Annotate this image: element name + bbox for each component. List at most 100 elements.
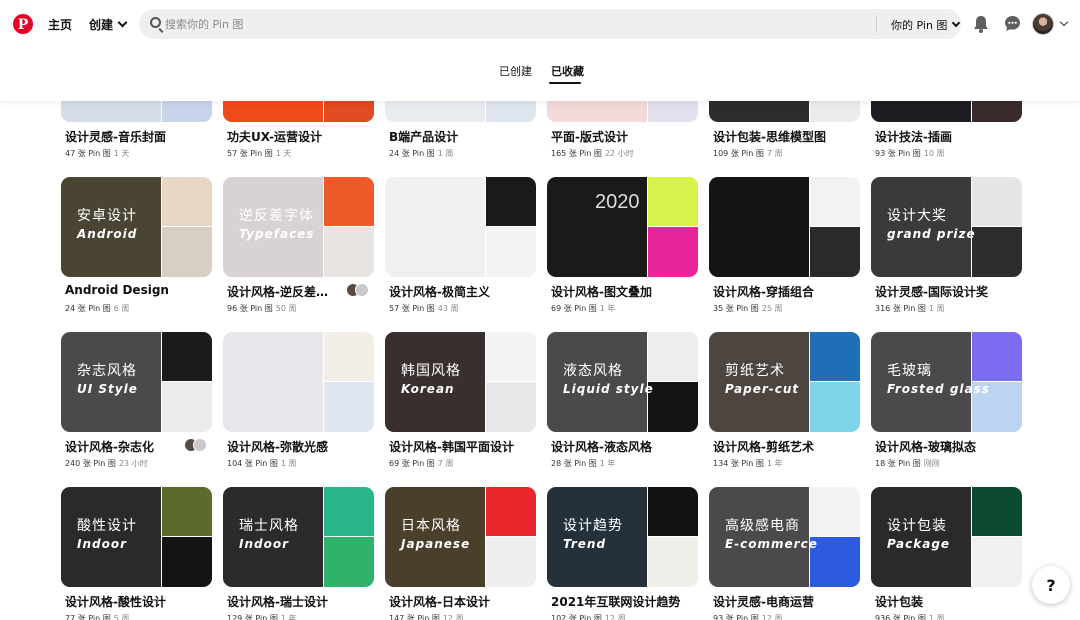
board-title[interactable]: B端产品设计 xyxy=(389,128,535,145)
pin-count: 134 张 Pin 图 xyxy=(713,459,764,468)
board-title[interactable]: 设计风格-韩国平面设计 xyxy=(389,438,535,455)
board-card[interactable]: 设计风格-极简主义 57 张 Pin 图 43 周 xyxy=(385,177,536,317)
board-card[interactable]: 韩国风格 Korean 设计风格-韩国平面设计 69 张 Pin 图7 周 xyxy=(385,332,536,472)
board-meta: 24 张 Pin 图1 周 xyxy=(389,148,453,159)
cover-big-number: 2020 xyxy=(595,191,640,213)
board-cover[interactable]: 日本风格 Japanese xyxy=(385,487,536,587)
board-title[interactable]: 设计灵感-国际设计奖 xyxy=(875,283,1021,300)
board-title[interactable]: 2021年互联网设计趋势 xyxy=(551,593,697,610)
last-updated: 50 周 xyxy=(275,304,297,313)
board-title[interactable]: 设计风格-剪纸艺术 xyxy=(713,438,859,455)
cover-overlay-text: 设计大奖 grand prize xyxy=(887,207,1017,243)
board-cover[interactable]: 2020 xyxy=(547,177,698,277)
board-card[interactable]: 高级感电商 E-commerce 设计灵感-电商运营 93 张 Pin 图 12 周 xyxy=(709,487,860,620)
board-cover[interactable]: 逆反差字体 Typefaces xyxy=(223,177,374,277)
last-updated: 1 周 xyxy=(280,459,297,468)
last-updated: 1 周 xyxy=(928,614,945,620)
pin-count: 102 张 Pin 图 xyxy=(551,614,602,620)
board-card[interactable]: 瑞士风格 Indoor 设计风格-瑞士设计 129 张 Pin 图1 年 xyxy=(223,487,374,620)
help-button[interactable]: ? xyxy=(1032,566,1070,604)
cover-title-en: Trend xyxy=(563,537,607,551)
board-card[interactable]: 设计大奖 grand prize 设计灵感-国际设计奖 316 张 Pin 图1 周 xyxy=(871,177,1022,317)
board-card[interactable]: 设计包装 Package 设计包装 936 张 Pin 图1 周 xyxy=(871,487,1022,620)
board-card[interactable]: 设计趋势 Trend 2021年互联网设计趋势 102 张 Pin 图 12 周 xyxy=(547,487,698,620)
collaborator-avatars[interactable] xyxy=(184,438,208,452)
board-cover[interactable]: 韩国风格 Korean xyxy=(385,332,536,432)
board-cover[interactable]: 设计趋势 Trend xyxy=(547,487,698,587)
board-card[interactable]: 设计风格-弥散光感 104 张 Pin 图1 周 xyxy=(223,332,374,472)
tab-created[interactable]: 已创建 xyxy=(499,63,532,79)
pin-count: 28 张 Pin 图 xyxy=(551,459,597,468)
board-cover[interactable] xyxy=(709,177,860,277)
top-nav-bar: P 主页 创建 你的 Pin 图 xyxy=(0,0,1080,48)
notifications-bell-icon[interactable] xyxy=(973,15,989,33)
board-title[interactable]: 设计风格-弥散光感 xyxy=(227,438,373,455)
tab-saved[interactable]: 已收藏 xyxy=(551,63,584,79)
board-title[interactable]: 设计风格-极简主义 xyxy=(389,283,535,300)
board-title[interactable]: 设计风格-图文叠加 xyxy=(551,283,697,300)
last-updated: 6 周 xyxy=(113,304,130,313)
board-cover[interactable] xyxy=(223,332,374,432)
collaborator-avatar xyxy=(193,438,207,452)
board-card[interactable]: 杂志风格 UI Style 设计风格-杂志化 240 张 Pin 图 23 小时 xyxy=(61,332,212,472)
board-meta: 134 张 Pin 图1 年 xyxy=(713,458,782,469)
board-card[interactable]: 液态风格 Liquid style 设计风格-液态风格 28 张 Pin 图1 年 xyxy=(547,332,698,472)
board-card[interactable]: 逆反差字体 Typefaces 设计风格-逆反差字体 96 张 Pin 图 50 周 xyxy=(223,177,374,317)
board-cover[interactable]: 酸性设计 Indoor xyxy=(61,487,212,587)
board-title[interactable]: 设计风格-液态风格 xyxy=(551,438,697,455)
messages-chat-icon[interactable] xyxy=(1004,15,1021,32)
board-card[interactable]: 设计风格-穿插组合 35 张 Pin 图 25 周 xyxy=(709,177,860,317)
board-meta: 129 张 Pin 图1 年 xyxy=(227,613,296,620)
board-title[interactable]: 设计风格-穿插组合 xyxy=(713,283,859,300)
last-updated: 5 周 xyxy=(113,614,130,620)
board-title[interactable]: 平面-版式设计 xyxy=(551,128,697,145)
board-cover[interactable]: 液态风格 Liquid style xyxy=(547,332,698,432)
pinterest-logo-icon[interactable]: P xyxy=(13,14,33,34)
last-updated: 12 周 xyxy=(442,614,464,620)
board-title[interactable]: 设计包装-思维模型图 xyxy=(713,128,859,145)
board-cover[interactable]: 设计包装 Package xyxy=(871,487,1022,587)
search-input[interactable] xyxy=(165,15,865,33)
board-card[interactable]: 安卓设计 Android Android Design 24 张 Pin 图6 周 xyxy=(61,177,212,317)
cover-title-cn: 设计趋势 xyxy=(563,518,623,534)
cover-title-cn: 高级感电商 xyxy=(725,518,800,534)
board-card[interactable]: 剪纸艺术 Paper-cut 设计风格-剪纸艺术 134 张 Pin 图1 年 xyxy=(709,332,860,472)
board-cover[interactable]: 设计大奖 grand prize xyxy=(871,177,1022,277)
board-cover[interactable]: 杂志风格 UI Style xyxy=(61,332,212,432)
board-title[interactable]: 设计风格-玻璃拟态 xyxy=(875,438,1021,455)
board-title[interactable]: 设计灵感-电商运营 xyxy=(713,593,859,610)
cover-side-image xyxy=(810,227,860,277)
board-cover[interactable]: 高级感电商 E-commerce xyxy=(709,487,860,587)
board-cover[interactable]: 剪纸艺术 Paper-cut xyxy=(709,332,860,432)
board-cover[interactable]: 安卓设计 Android xyxy=(61,177,212,277)
board-cover[interactable] xyxy=(385,177,536,277)
board-card[interactable]: 日本风格 Japanese 设计风格-日本设计 147 张 Pin 图 12 周 xyxy=(385,487,536,620)
cover-title-cn: 瑞士风格 xyxy=(239,518,299,534)
cover-overlay-text: 瑞士风格 Indoor xyxy=(239,517,369,553)
board-card[interactable]: 2020 设计风格-图文叠加 69 张 Pin 图1 年 xyxy=(547,177,698,317)
pin-count: 129 张 Pin 图 xyxy=(227,614,278,620)
board-meta: 69 张 Pin 图1 年 xyxy=(551,303,615,314)
search-scope-dropdown[interactable]: 你的 Pin 图 xyxy=(891,17,961,33)
board-card[interactable]: 毛玻璃 Frosted glass 设计风格-玻璃拟态 18 张 Pin 图刚刚 xyxy=(871,332,1022,472)
board-title[interactable]: 设计风格-杂志化 xyxy=(65,438,175,455)
board-meta: 47 张 Pin 图1 天 xyxy=(65,148,129,159)
board-title[interactable]: 设计风格-逆反差字体 xyxy=(227,283,337,300)
board-title[interactable]: 设计包装 xyxy=(875,593,1021,610)
board-cover[interactable]: 瑞士风格 Indoor xyxy=(223,487,374,587)
board-cover[interactable]: 毛玻璃 Frosted glass xyxy=(871,332,1022,432)
board-title[interactable]: 设计风格-酸性设计 xyxy=(65,593,211,610)
board-card[interactable]: 酸性设计 Indoor 设计风格-酸性设计 77 张 Pin 图5 周 xyxy=(61,487,212,620)
board-title[interactable]: 设计风格-瑞士设计 xyxy=(227,593,373,610)
account-chevron-down-icon[interactable] xyxy=(1059,17,1069,27)
board-title[interactable]: 设计风格-日本设计 xyxy=(389,593,535,610)
collaborator-avatars[interactable] xyxy=(346,283,370,297)
user-avatar[interactable] xyxy=(1032,13,1054,35)
board-title[interactable]: 设计技法-插画 xyxy=(875,128,1021,145)
board-title[interactable]: 功夫UX-运营设计 xyxy=(227,128,373,145)
board-title[interactable]: Android Design xyxy=(65,283,211,297)
nav-create-menu[interactable]: 创建 xyxy=(89,16,128,33)
cover-title-cn: 韩国风格 xyxy=(401,363,461,379)
board-title[interactable]: 设计灵感-音乐封面 xyxy=(65,128,211,145)
nav-home-link[interactable]: 主页 xyxy=(48,16,72,33)
